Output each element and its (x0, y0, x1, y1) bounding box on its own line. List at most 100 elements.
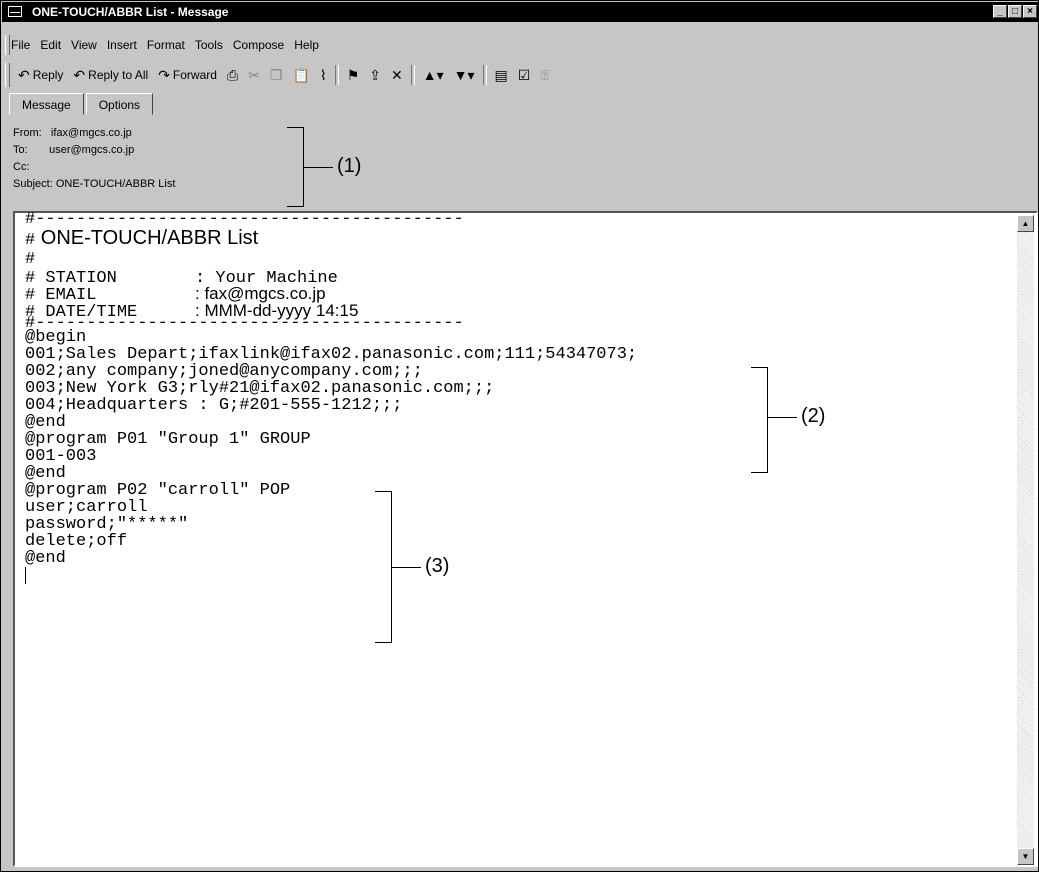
help-button[interactable]: ⍰ (535, 64, 553, 86)
callout-3: (3) (425, 555, 450, 577)
forward-button[interactable]: ↷ Forward (153, 64, 222, 86)
cut-button[interactable]: ✂ (243, 64, 265, 86)
forward-icon: ↷ (158, 66, 170, 83)
subject-value: ONE-TOUCH/ABBR List (55, 178, 176, 190)
envelope-icon (8, 6, 22, 17)
body-line: @end (25, 413, 66, 432)
menu-view[interactable]: View (71, 35, 97, 55)
reply-all-button[interactable]: ↶ Reply to All (68, 64, 153, 86)
reply-all-icon: ↶ (73, 66, 86, 83)
move-to-folder-icon: ⇪ (369, 66, 382, 83)
menu-format[interactable]: Format (147, 35, 185, 55)
minimize-button[interactable]: _ (993, 5, 1007, 18)
copy-icon: ❐ (269, 66, 283, 83)
callout-1-line (303, 167, 333, 168)
to-row: To: user@mgcs.co.jp (13, 142, 175, 159)
body-line: 004;Headquarters : G;#201-555-1212;;; (25, 396, 403, 415)
from-value: ifax@mgcs.co.jp (50, 127, 132, 139)
scissors-icon: ✂ (248, 66, 260, 83)
title-hash: # (25, 231, 36, 250)
close-button[interactable]: × (1023, 5, 1037, 18)
from-label: From: (13, 127, 42, 139)
body-line: delete;off (25, 532, 128, 551)
next-button[interactable]: ▼▾ (449, 64, 480, 86)
up-arrow-icon: ▲▾ (422, 66, 444, 83)
callout-3-line (391, 567, 421, 568)
to-label: To: (13, 144, 28, 156)
hash-line: # (25, 250, 36, 269)
delete-x-icon: ✕ (391, 66, 403, 83)
forward-label: Forward (172, 68, 217, 82)
paperclip-icon: ⌇ (319, 66, 327, 83)
menu-help[interactable]: Help (294, 35, 319, 55)
flag-button[interactable]: ⚑ (342, 64, 365, 86)
message-header: From: ifax@mgcs.co.jp To: user@mgcs.co.j… (13, 125, 175, 193)
down-arrow-icon: ▼▾ (453, 66, 475, 83)
body-title: ONE-TOUCH/ABBR List (40, 227, 259, 249)
reply-icon: ↶ (18, 66, 30, 83)
callout-2: (2) (801, 405, 826, 427)
callout-1: (1) (337, 155, 362, 177)
body-line: 001;Sales Depart;ifaxlink@ifax02.panason… (25, 345, 638, 364)
bracket-2 (751, 367, 768, 473)
bracket-3 (375, 491, 392, 643)
menu-bar: File Edit View Insert Format Tools Compo… (11, 35, 319, 55)
body-line: 001-003 (25, 447, 97, 466)
body-line: @program P02 "carroll" POP (25, 481, 291, 500)
reply-label: Reply (32, 68, 64, 82)
toolbar-separator (482, 65, 487, 85)
title-bar: ONE-TOUCH/ABBR List - Message _ □ × (2, 2, 1039, 22)
body-line: 003;New York G3;rly#21@ifax02.panasonic.… (25, 379, 495, 398)
bracket-1 (287, 127, 304, 207)
menubar-grip[interactable] (5, 35, 10, 55)
menu-compose[interactable]: Compose (233, 35, 284, 55)
scroll-down-button[interactable]: ▼ (1017, 848, 1034, 865)
toolbar-separator (334, 65, 339, 85)
check-names-button[interactable]: ☑ (513, 64, 536, 86)
menu-tools[interactable]: Tools (195, 35, 223, 55)
address-book-icon: ▤ (494, 66, 508, 83)
flag-icon: ⚑ (346, 66, 360, 83)
reply-button[interactable]: ↶ Reply (13, 64, 68, 86)
check-names-icon: ☑ (517, 66, 531, 83)
body-line: @program P01 "Group 1" GROUP (25, 430, 311, 449)
message-body[interactable]: ▲ ▼ #-----------------------------------… (13, 211, 1038, 867)
subject-row: Subject: ONE-TOUCH/ABBR List (13, 176, 175, 193)
menu-file[interactable]: File (11, 35, 30, 55)
reply-all-label: Reply to All (88, 68, 149, 82)
message-window: ONE-TOUCH/ABBR List - Message _ □ × File… (0, 0, 1039, 872)
move-button[interactable]: ⇪ (364, 64, 386, 86)
subject-label: Subject: (13, 178, 53, 190)
toolbar-separator (410, 65, 415, 85)
menu-edit[interactable]: Edit (40, 35, 61, 55)
paste-icon: 📋 (292, 66, 310, 83)
previous-button[interactable]: ▲▾ (418, 64, 449, 86)
body-line: @end (25, 464, 66, 483)
cc-label: Cc: (13, 161, 30, 173)
cursor-line (25, 567, 637, 584)
body-line: 002;any company;joned@anycompany.com;;; (25, 362, 423, 381)
toolbar-grip[interactable] (5, 63, 10, 87)
help-pointer-icon: ⍰ (540, 66, 549, 83)
attach-button[interactable]: ⌇ (315, 64, 332, 86)
window-title: ONE-TOUCH/ABBR List - Message (32, 5, 229, 19)
text-cursor (25, 567, 26, 584)
tab-message[interactable]: Message (9, 93, 84, 115)
station-row: # STATION: Your Machine (25, 268, 637, 287)
cc-row: Cc: (13, 159, 175, 176)
dash-line: #---------------------------------------… (25, 314, 464, 333)
address-book-button[interactable]: ▤ (490, 64, 513, 86)
scroll-up-button[interactable]: ▲ (1017, 215, 1034, 232)
printer-icon: ⎙ (226, 66, 239, 83)
menu-insert[interactable]: Insert (107, 35, 137, 55)
delete-button[interactable]: ✕ (386, 64, 408, 86)
print-button[interactable]: ⎙ (222, 64, 243, 86)
dash-line: #---------------------------------------… (25, 210, 464, 229)
tab-options[interactable]: Options (85, 93, 154, 115)
copy-button[interactable]: ❐ (265, 64, 288, 86)
body-line: user;carroll (25, 498, 148, 517)
vertical-scrollbar[interactable]: ▲ ▼ (1017, 215, 1034, 865)
maximize-button[interactable]: □ (1008, 5, 1022, 18)
callout-2-line (767, 417, 797, 418)
paste-button[interactable]: 📋 (287, 64, 314, 86)
